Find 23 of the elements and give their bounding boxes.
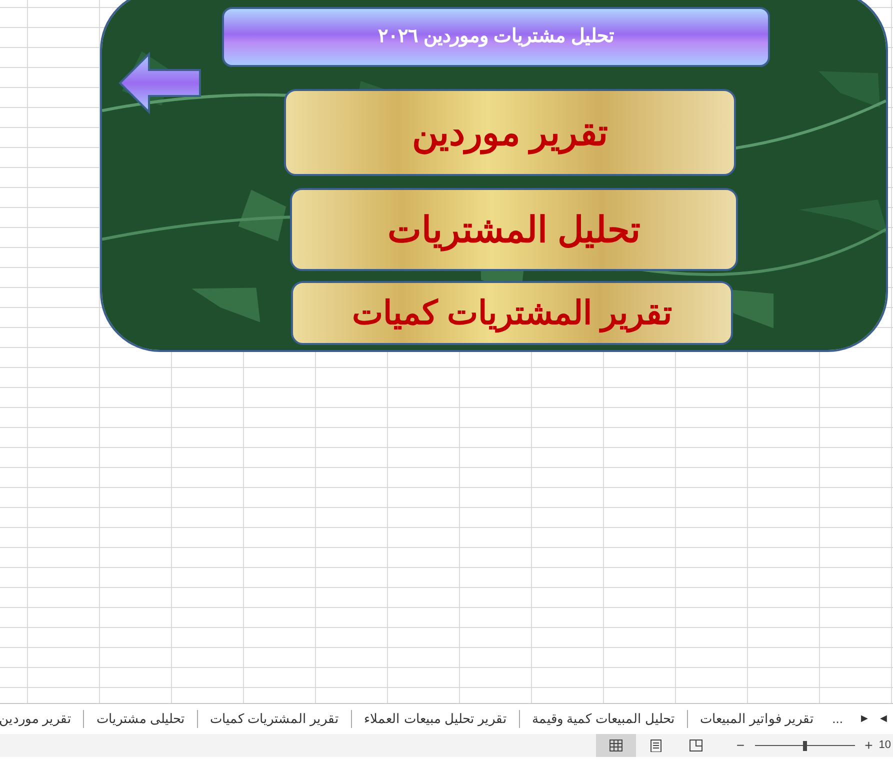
report-button[interactable]: تقرير المشتريات كميات (291, 281, 733, 345)
scroll-tab-button[interactable]: ◀ (874, 712, 893, 726)
report-button[interactable]: تحليل المشتريات (290, 188, 738, 271)
zoom-in-button[interactable]: + (860, 735, 877, 756)
more-tabs-button[interactable]: ... (826, 709, 849, 729)
sheet-tab[interactable]: تحليل المبيعات كمية وقيمة (519, 710, 687, 728)
page-layout-icon (649, 739, 664, 752)
scroll-tab-button[interactable]: ▶ (855, 712, 874, 726)
sheet-tab[interactable]: تقرير المشتريات كميات (197, 710, 352, 728)
zoom-level: 10 (878, 738, 891, 754)
normal-view-icon (609, 739, 624, 752)
sheet-tab[interactable]: تقرير تحليل مبيعات العملاء (351, 710, 520, 728)
slider-thumb[interactable] (802, 740, 807, 750)
sheet-tab[interactable]: تقرير موردين (0, 710, 84, 728)
sheet-tab[interactable]: تحليلى مشتريات (83, 710, 197, 728)
page-break-icon (689, 739, 704, 752)
report-button[interactable]: تقرير موردين (284, 89, 736, 176)
view-button[interactable] (596, 734, 636, 757)
panel-title: تحليل مشتريات وموردين ٢٠٢٦ (222, 7, 770, 67)
zoom-out-button[interactable]: − (732, 735, 749, 756)
sheet-tab[interactable]: تقرير فواتير المبيعات (686, 710, 826, 728)
zoom-slider[interactable] (754, 740, 855, 750)
back-arrow-icon[interactable] (118, 52, 202, 114)
